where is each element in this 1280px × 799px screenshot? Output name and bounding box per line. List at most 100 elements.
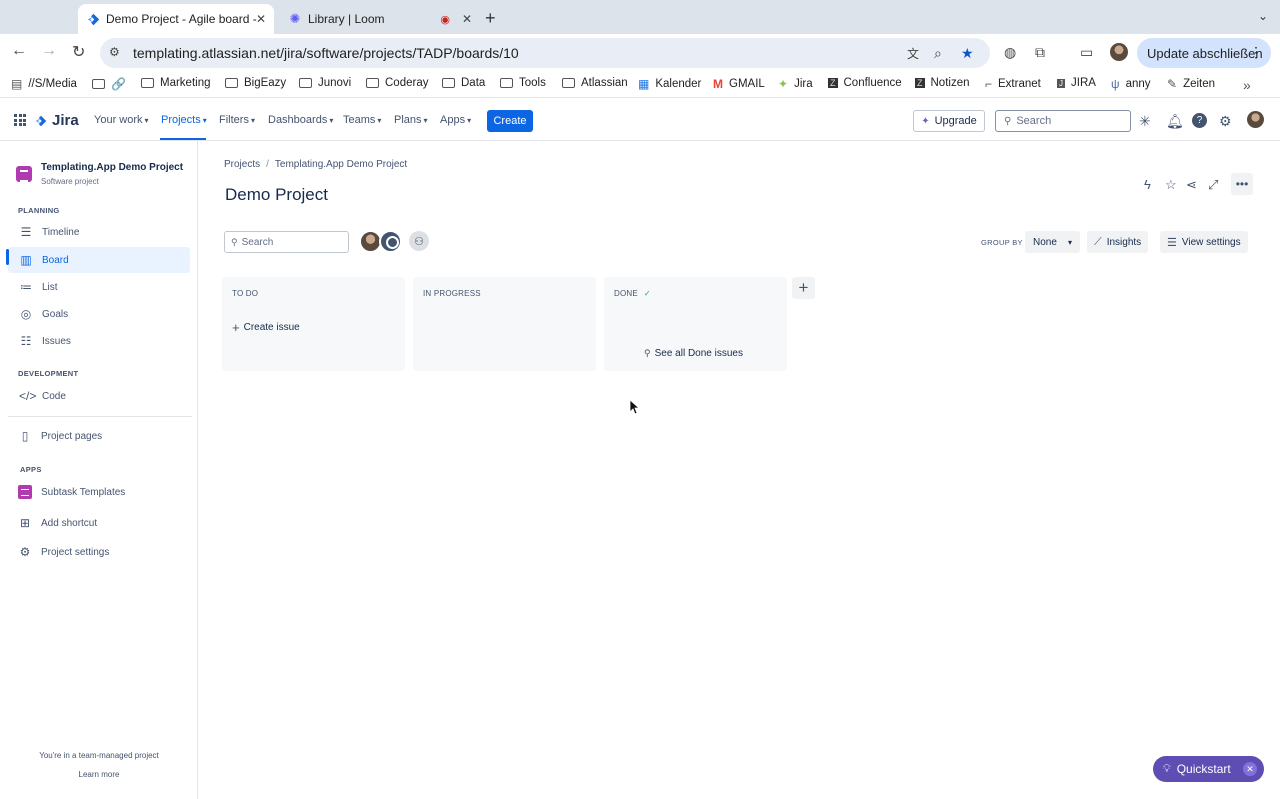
upgrade-button[interactable]: ✦ Upgrade [913,110,985,132]
bookmark-item[interactable]: 🔗 [92,77,132,91]
team-managed-note: You're in a team-managed project [39,751,159,760]
insights-button[interactable]: ⟋ Insights [1087,231,1149,253]
address-bar[interactable]: ⚙ templating.atlassian.net/jira/software… [100,38,990,68]
quickstart-button[interactable]: 💡︎ Quickstart ✕ [1153,756,1264,782]
apps-heading: APPS [20,465,42,474]
bookmark-folder[interactable]: Junovi [299,77,351,89]
board-search-input[interactable]: ⚲ Search [224,231,349,253]
add-column-button[interactable]: + [792,277,815,299]
add-shortcut[interactable]: ⊞ Add shortcut [0,510,182,536]
back-icon[interactable]: ← [11,42,27,60]
bookmark-item[interactable]: ✎ Zeiten [1167,77,1215,91]
more-actions-button[interactable]: ••• [1231,173,1253,195]
bookmark-item[interactable]: ψ anny [1111,77,1151,91]
settings-gear-icon[interactable]: ⚙ [1219,113,1232,130]
star-icon[interactable]: ☆ [1165,177,1177,193]
project-settings[interactable]: ⚙ Project settings [0,539,182,565]
create-button[interactable]: Create [487,110,533,132]
user-avatar[interactable] [1247,111,1264,128]
bookmark-folder[interactable]: Atlassian [562,77,628,89]
bookmark-folder[interactable]: Marketing [141,77,211,89]
update-button[interactable]: Update abschließen ⋮ [1137,38,1271,68]
close-icon[interactable]: ✕ [1243,762,1257,776]
bookmark-folder[interactable]: BigEazy [225,77,286,89]
tab-loom[interactable]: ✺ Library | Loom ◉ ✕ [280,4,480,34]
bookmark-folder[interactable]: Tools [500,77,546,89]
sidebar-item-timeline[interactable]: ☰ Timeline [8,219,190,245]
tab-jira-board[interactable]: Demo Project - Agile board - ✕ [78,4,274,34]
bookmark-item[interactable]: ▦ Kalender [638,77,701,91]
close-tab-icon[interactable]: ✕ [462,12,472,26]
bookmark-star-icon[interactable]: ★ [961,45,974,62]
create-issue-button[interactable]: + Create issue [232,320,300,335]
nav-filters[interactable]: Filters ▾ [219,114,255,126]
view-settings-button[interactable]: ☰ View settings [1160,231,1248,253]
nav-projects[interactable]: Projects ▾ [161,114,207,126]
chevron-down-icon: ▾ [250,116,255,125]
share-icon[interactable]: ⋖ [1186,177,1197,193]
zoom-icon[interactable]: ⌕ [934,45,942,62]
bookmark-item[interactable]: M GMAIL [713,77,765,91]
sidebar-item-subtask-templates[interactable]: Subtask Templates [8,479,190,505]
bookmark-item[interactable]: Z Notizen [915,77,970,89]
sidebar-item-goals[interactable]: ◎ Goals [8,301,190,327]
breadcrumb: Projects / Templating.App Demo Project [224,159,407,170]
group-by-label: GROUP BY [981,238,1023,247]
link-icon: 🔗 [111,77,126,91]
new-tab-icon[interactable]: + [485,8,496,29]
bookmark-item[interactable]: J JIRA [1057,77,1096,89]
add-people-icon[interactable]: ⚇ [409,231,429,251]
global-search-input[interactable]: ⚲ Search [995,110,1131,132]
assignee-avatar-default[interactable] [379,230,402,253]
sidebar-item-project-pages[interactable]: ▯ Project pages [0,423,182,449]
bookmark-item[interactable]: Z Confluence [828,77,902,89]
jira-logo[interactable]: Jira [35,112,79,129]
nav-dashboards[interactable]: Dashboards ▾ [268,114,333,126]
tab-search-chevron-icon[interactable]: ⌄ [1258,9,1268,23]
timeline-icon: ☰ [20,225,32,239]
reload-icon[interactable]: ↻ [72,42,85,62]
notifications-icon[interactable]: 🔔︎ [1166,113,1184,130]
nav-apps[interactable]: Apps ▾ [440,114,471,126]
learn-more-link[interactable]: Learn more [0,770,198,779]
site-info-icon[interactable]: ⚙ [109,45,120,59]
bookmark-item[interactable]: ▤//S/Media [11,77,77,91]
sidebar-item-code[interactable]: </> Code [8,383,190,409]
see-all-done-button[interactable]: ⚲ See all Done issues [644,348,743,359]
goals-target-icon: ◎ [20,307,32,321]
project-name[interactable]: Templating.App Demo Project [41,162,183,173]
nav-teams[interactable]: Teams ▾ [343,114,381,126]
automation-lightning-icon[interactable]: ϟ [1144,177,1151,192]
fullscreen-icon[interactable]: ⤢ [1208,177,1218,193]
nav-plans[interactable]: Plans ▾ [394,114,428,126]
sidebar-item-list[interactable]: ≔ List [8,274,190,300]
extension-icon[interactable]: ◍ [1004,44,1016,61]
help-icon[interactable]: ? [1192,113,1207,128]
bookmark-item[interactable]: ⌐ Extranet [985,77,1041,91]
nav-your-work[interactable]: Your work ▾ [94,114,149,126]
close-tab-icon[interactable]: ✕ [256,12,266,26]
bookmark-folder[interactable]: Coderay [366,77,428,89]
cast-icon[interactable]: ▭ [1080,44,1093,61]
bookmark-item[interactable]: ✦ Jira [778,77,813,91]
ai-sparkle-icon[interactable]: ✳ [1139,113,1151,130]
group-by-select[interactable]: None ▾ [1025,231,1080,253]
app-switcher-icon[interactable] [14,114,26,126]
chevron-down-icon: ▾ [1067,237,1072,247]
breadcrumb-projects[interactable]: Projects [224,159,260,170]
sidebar-item-board[interactable]: ▥ Board [8,247,190,273]
breadcrumb-separator: / [266,159,269,170]
breadcrumb-project[interactable]: Templating.App Demo Project [275,159,407,170]
bookmark-folder[interactable]: Data [442,77,485,89]
column-title: TO DO [232,289,259,298]
board-column-in-progress: IN PROGRESS [413,277,596,371]
pen-icon: ✎ [1167,77,1178,91]
forward-icon[interactable]: → [41,42,57,60]
more-vert-icon[interactable]: ⋮ [1249,44,1263,61]
sidebar-item-issues[interactable]: ☷ Issues [8,328,190,354]
profile-avatar[interactable] [1110,43,1128,61]
more-bookmarks-chevron-icon[interactable]: » [1243,77,1257,93]
board-column-done: DONE ✓ ⚲ See all Done issues [604,277,787,371]
puzzle-extensions-icon[interactable]: ⧉ [1035,44,1045,61]
translate-icon[interactable]: 文 [907,45,919,62]
